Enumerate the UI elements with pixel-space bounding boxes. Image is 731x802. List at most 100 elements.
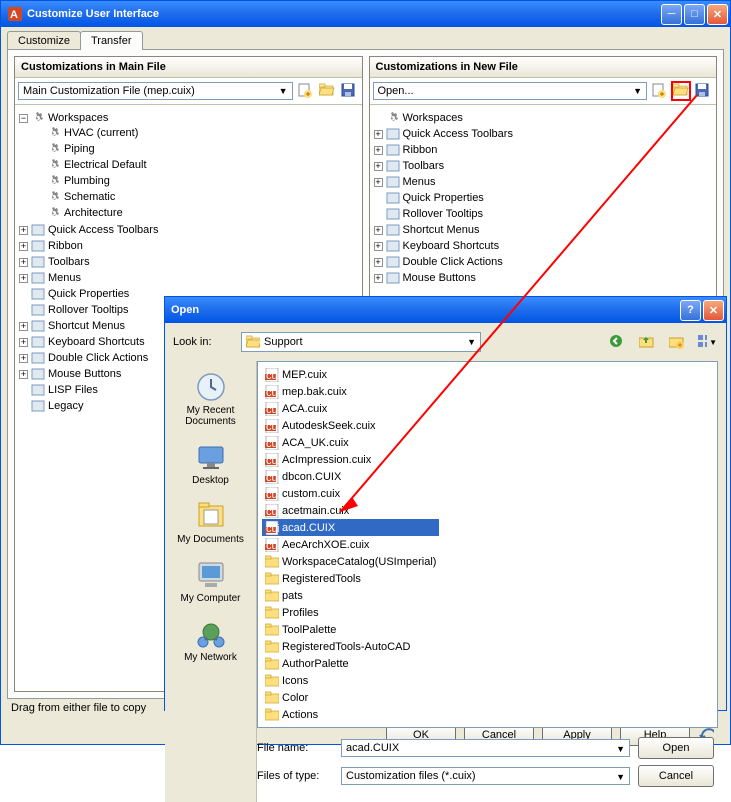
expander-icon[interactable]: + [19, 370, 28, 379]
tab-transfer[interactable]: Transfer [80, 31, 143, 50]
tree-label[interactable]: Quick Access Toolbars [403, 128, 513, 140]
tree-label[interactable]: Rollover Tooltips [48, 304, 129, 316]
tree-label[interactable]: Ribbon [403, 144, 438, 156]
tree-label[interactable]: Double Click Actions [48, 352, 148, 364]
file-item[interactable]: ACA_UK.cuix [262, 434, 439, 451]
tree-label[interactable]: Mouse Buttons [48, 368, 121, 380]
expander-icon[interactable]: + [19, 338, 28, 347]
expander-icon[interactable]: + [19, 274, 28, 283]
open-button[interactable]: Open [638, 737, 714, 759]
file-item[interactable]: WorkspaceCatalog(USImperial) [262, 553, 439, 570]
tree-label[interactable]: Keyboard Shortcuts [48, 336, 145, 348]
filetype-dropdown[interactable]: Customization files (*.cuix) [341, 767, 630, 785]
tree-label[interactable]: Legacy [48, 400, 83, 412]
right-open-button[interactable] [671, 81, 691, 101]
expander-icon[interactable]: + [19, 226, 28, 235]
tree-label[interactable]: Menus [403, 176, 436, 188]
views-button[interactable]: ▼ [696, 331, 718, 353]
file-item[interactable]: mep.bak.cuix [262, 383, 439, 400]
tree-label[interactable]: Piping [64, 143, 95, 155]
tree-label[interactable]: Workspaces [48, 112, 108, 124]
file-item[interactable]: MEP.cuix [262, 366, 439, 383]
close-button[interactable]: ✕ [707, 4, 728, 25]
right-file-dropdown[interactable]: Open... [373, 82, 648, 100]
file-item[interactable]: AuthorPalette [262, 655, 439, 672]
file-item[interactable]: RegisteredTools-AutoCAD [262, 638, 439, 655]
open-titlebar[interactable]: Open ? ✕ [165, 297, 726, 323]
tree-label[interactable]: Workspaces [403, 112, 463, 124]
open-help-button[interactable]: ? [680, 300, 701, 321]
tree-label[interactable]: Mouse Buttons [403, 272, 476, 284]
file-item[interactable]: Actions [262, 706, 439, 723]
file-item[interactable]: RegisteredTools [262, 570, 439, 587]
expander-icon[interactable]: + [374, 242, 383, 251]
expander-icon[interactable]: + [374, 178, 383, 187]
tree-label[interactable]: Electrical Default [64, 159, 147, 171]
right-save-button[interactable] [693, 81, 713, 101]
filename-input[interactable]: acad.CUIX [341, 739, 630, 757]
expander-icon[interactable]: + [374, 274, 383, 283]
expander-icon[interactable]: + [374, 130, 383, 139]
tree-label[interactable]: Keyboard Shortcuts [403, 240, 500, 252]
tree-label[interactable]: Architecture [64, 207, 123, 219]
expander-icon[interactable]: + [19, 354, 28, 363]
tree-label[interactable]: Shortcut Menus [403, 224, 480, 236]
file-item[interactable]: Icons [262, 672, 439, 689]
left-file-dropdown[interactable]: Main Customization File (mep.cuix) [18, 82, 293, 100]
tree-label[interactable]: Double Click Actions [403, 256, 503, 268]
expander-icon[interactable]: + [374, 146, 383, 155]
file-item[interactable]: AutodeskSeek.cuix [262, 417, 439, 434]
right-new-button[interactable] [649, 81, 669, 101]
tree-label[interactable]: Menus [48, 272, 81, 284]
tree-label[interactable]: Schematic [64, 191, 115, 203]
tree-label[interactable]: HVAC (current) [64, 127, 138, 139]
expander-icon[interactable]: + [374, 162, 383, 171]
back-button[interactable] [606, 331, 628, 353]
place-my-computer[interactable]: My Computer [165, 555, 256, 608]
maximize-button[interactable]: □ [684, 4, 705, 25]
tree-label[interactable]: Plumbing [64, 175, 110, 187]
left-new-button[interactable] [295, 81, 315, 101]
file-item[interactable]: dbcon.CUIX [262, 468, 439, 485]
create-folder-button[interactable] [666, 331, 688, 353]
expander-icon[interactable]: + [374, 226, 383, 235]
place-my-documents[interactable]: My Documents [165, 496, 256, 549]
file-item[interactable]: acetmain.cuix [262, 502, 439, 519]
file-item[interactable]: pats [262, 587, 439, 604]
expander-icon[interactable]: + [374, 258, 383, 267]
expander-icon[interactable]: + [19, 242, 28, 251]
tree-label[interactable]: Quick Properties [403, 192, 484, 204]
tree-label[interactable]: Toolbars [403, 160, 445, 172]
file-item[interactable]: ToolPalette [262, 621, 439, 638]
tree-label[interactable]: Toolbars [48, 256, 90, 268]
place-my-network[interactable]: My Network [165, 614, 256, 667]
up-one-level-button[interactable] [636, 331, 658, 353]
tree-label[interactable]: Shortcut Menus [48, 320, 125, 332]
left-save-button[interactable] [339, 81, 359, 101]
expander-icon[interactable]: + [19, 322, 28, 331]
look-in-dropdown[interactable]: Support [241, 332, 481, 352]
file-item[interactable]: Color [262, 689, 439, 706]
file-item[interactable]: custom.cuix [262, 485, 439, 502]
place-desktop[interactable]: Desktop [165, 437, 256, 490]
open-close-button[interactable]: ✕ [703, 300, 724, 321]
tab-customize[interactable]: Customize [7, 31, 81, 50]
tree-label[interactable]: Rollover Tooltips [403, 208, 484, 220]
tree-label[interactable]: Quick Access Toolbars [48, 224, 158, 236]
expander-icon[interactable]: − [19, 114, 28, 123]
file-item[interactable]: AecArchXOE.cuix [262, 536, 439, 553]
tree-label[interactable]: LISP Files [48, 384, 98, 396]
file-item[interactable]: ACA.cuix [262, 400, 439, 417]
expander-icon[interactable]: + [19, 258, 28, 267]
tree-label[interactable]: Ribbon [48, 240, 83, 252]
left-open-button[interactable] [317, 81, 337, 101]
cui-titlebar[interactable]: A Customize User Interface ─ □ ✕ [1, 1, 730, 27]
minimize-button[interactable]: ─ [661, 4, 682, 25]
place-my-recent-documents[interactable]: My Recent Documents [165, 367, 256, 431]
file-item[interactable]: acad.CUIX [262, 519, 439, 536]
file-item[interactable]: AcImpression.cuix [262, 451, 439, 468]
file-item[interactable]: Profiles [262, 604, 439, 621]
open-cancel-button[interactable]: Cancel [638, 765, 714, 787]
file-list-pane[interactable]: MEP.cuixmep.bak.cuixACA.cuixAutodeskSeek… [257, 361, 718, 728]
tree-label[interactable]: Quick Properties [48, 288, 129, 300]
